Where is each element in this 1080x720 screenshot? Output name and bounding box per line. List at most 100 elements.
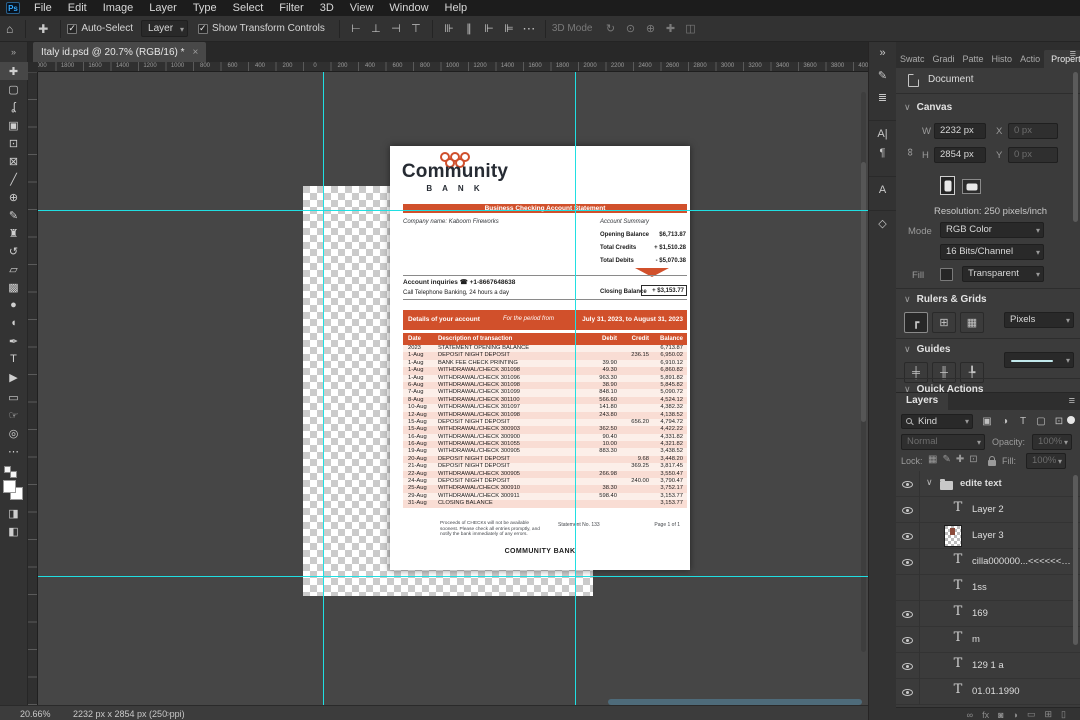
width-field[interactable]: 2232 px — [934, 123, 986, 139]
3d-camera-icon[interactable]: ◫ — [680, 22, 700, 35]
show-transform-checkbox[interactable] — [198, 23, 209, 34]
more-options-icon[interactable]: ⋯ — [519, 21, 539, 37]
marquee-tool[interactable]: ▢ — [0, 80, 28, 98]
zoom-tool[interactable]: ◎ — [0, 424, 28, 442]
visibility-toggle[interactable] — [896, 575, 920, 601]
lock-pixels-icon[interactable]: ✎ — [942, 454, 950, 465]
path-selection-tool[interactable]: ▶ — [0, 368, 28, 386]
3d-roll-icon[interactable]: ⊙ — [620, 22, 640, 35]
panel-tab[interactable]: Gradi — [929, 50, 959, 68]
layer-name[interactable]: 1ss — [972, 582, 987, 593]
screen-mode-button[interactable]: ◧ — [0, 522, 28, 540]
visibility-toggle[interactable] — [896, 523, 920, 549]
layer-name[interactable]: 169 — [972, 608, 988, 619]
app-logo-icon[interactable]: Ps — [6, 2, 20, 14]
fill-select[interactable]: Transparent — [962, 266, 1044, 282]
collapse-toolbar-icon[interactable]: » — [11, 42, 16, 62]
visibility-toggle[interactable] — [896, 549, 920, 575]
auto-select-checkbox[interactable] — [67, 23, 78, 34]
layer-mask-icon[interactable]: ◙ — [998, 710, 1003, 720]
status-chevron-icon[interactable]: > — [166, 709, 171, 719]
hand-tool[interactable]: ☞ — [0, 406, 28, 424]
align-left-icon[interactable]: ⊢ — [346, 22, 366, 35]
brush-settings-icon[interactable]: ✎ — [869, 64, 897, 86]
panel-tab[interactable]: Swatc — [896, 50, 929, 68]
3d-pan-icon[interactable]: ⊕ — [640, 22, 660, 35]
layer-row[interactable]: 169 — [896, 601, 1080, 627]
quick-mask-button[interactable]: ◨ — [0, 504, 28, 522]
panel-tab[interactable]: Patte — [959, 50, 988, 68]
menu-item[interactable]: Window — [381, 0, 436, 16]
vertical-scrollbar-thumb[interactable] — [861, 162, 866, 422]
menu-item[interactable]: Layer — [141, 0, 185, 16]
link-layers-icon[interactable]: ∞ — [967, 710, 973, 720]
distribute-left-icon[interactable]: ⊩ — [479, 22, 499, 35]
guide-style-select[interactable] — [1004, 352, 1074, 368]
foreground-color-swatch[interactable] — [2, 480, 16, 493]
layer-row[interactable]: Layer 3 — [896, 523, 1080, 549]
glyphs-panel-icon[interactable]: A — [868, 176, 897, 198]
guide-vertical-1[interactable] — [323, 72, 324, 705]
align-right-icon[interactable]: ⊣ — [386, 22, 406, 35]
crop-tool[interactable]: ⊡ — [0, 134, 28, 152]
landscape-orientation-button[interactable] — [962, 179, 981, 194]
3d-orbit-icon[interactable]: ↻ — [600, 22, 620, 35]
blur-tool[interactable]: ● — [0, 296, 28, 314]
layer-name[interactable]: cilla000000...<<<<<<<0 d — [972, 556, 1072, 567]
move-tool-icon[interactable]: ✚ — [32, 22, 54, 36]
eyedropper-tool[interactable]: ╱ — [0, 170, 28, 188]
adjustment-layer-icon[interactable]: ◑ — [1013, 710, 1018, 720]
visibility-toggle[interactable] — [896, 653, 920, 679]
pixel-grid-icon[interactable]: ▦ — [960, 312, 984, 333]
visibility-toggle[interactable] — [896, 627, 920, 653]
guide-horizontal-1[interactable] — [38, 210, 868, 211]
lock-all-icon[interactable] — [988, 456, 996, 466]
filter-pixel-icon[interactable]: ▣ — [980, 414, 994, 429]
layer-row[interactable]: edite text — [896, 471, 1080, 497]
visibility-toggle[interactable] — [896, 601, 920, 627]
filter-type-icon[interactable]: T — [1016, 414, 1030, 429]
brush-tool[interactable]: ✎ — [0, 206, 28, 224]
guide-horizontal-2[interactable] — [38, 576, 868, 577]
align-top-icon[interactable]: ⊤ — [406, 22, 426, 35]
edit-toolbar-icon[interactable]: ⋯ — [0, 442, 28, 460]
layer-row[interactable]: 129 1 a — [896, 653, 1080, 679]
grid-icon[interactable]: ⊞ — [932, 312, 956, 333]
filter-toggle-icon[interactable] — [1067, 416, 1075, 424]
libraries-panel-icon[interactable]: ◇ — [868, 210, 897, 232]
layer-name[interactable]: m — [972, 634, 980, 645]
lasso-tool[interactable]: ʆ — [0, 98, 28, 116]
vertical-ruler[interactable] — [28, 72, 38, 705]
layer-name[interactable]: Layer 3 — [972, 530, 1004, 541]
paragraph-panel-icon[interactable]: ¶ — [869, 142, 897, 164]
clear-guides-icon[interactable]: ╄ — [960, 362, 984, 383]
visibility-toggle[interactable] — [896, 497, 920, 523]
layer-name[interactable]: 01.01.1990 — [972, 686, 1020, 697]
healing-brush-tool[interactable]: ⊕ — [0, 188, 28, 206]
new-group-icon[interactable]: ▭ — [1027, 709, 1036, 720]
close-tab-icon[interactable]: × — [193, 47, 199, 58]
visibility-toggle[interactable] — [896, 679, 920, 705]
zoom-level[interactable]: 20.66% — [20, 709, 51, 719]
blend-mode-select[interactable]: Normal — [901, 434, 985, 450]
dodge-tool[interactable]: ◖ — [0, 314, 28, 332]
canvas-section-header[interactable]: Canvas — [904, 102, 953, 113]
menu-item[interactable]: Select — [225, 0, 272, 16]
distribute-right-icon[interactable]: ⊫ — [499, 22, 519, 35]
layer-name[interactable]: Layer 2 — [972, 504, 1004, 515]
guide-vertical-2[interactable] — [575, 72, 576, 705]
swap-colors-icon[interactable] — [9, 471, 17, 478]
portrait-orientation-button[interactable] — [940, 176, 955, 195]
opacity-field[interactable]: 100% — [1032, 434, 1072, 450]
delete-layer-icon[interactable]: ▯ — [1061, 709, 1066, 720]
shape-tool[interactable]: ▭ — [0, 388, 28, 406]
layer-name[interactable]: edite text — [960, 478, 1002, 489]
clone-stamp-tool[interactable]: ♜ — [0, 224, 28, 242]
menu-item[interactable]: Help — [437, 0, 476, 16]
panel-tab[interactable]: Histo — [988, 50, 1017, 68]
canvas-area[interactable]: Community B A N K Business Checking Acco… — [38, 72, 868, 705]
gradient-tool[interactable]: ▩ — [0, 278, 28, 296]
layer-filter-select[interactable]: Kind — [901, 414, 973, 429]
3d-slide-icon[interactable]: ✚ — [660, 22, 680, 35]
target-select[interactable]: Layer — [141, 20, 189, 37]
